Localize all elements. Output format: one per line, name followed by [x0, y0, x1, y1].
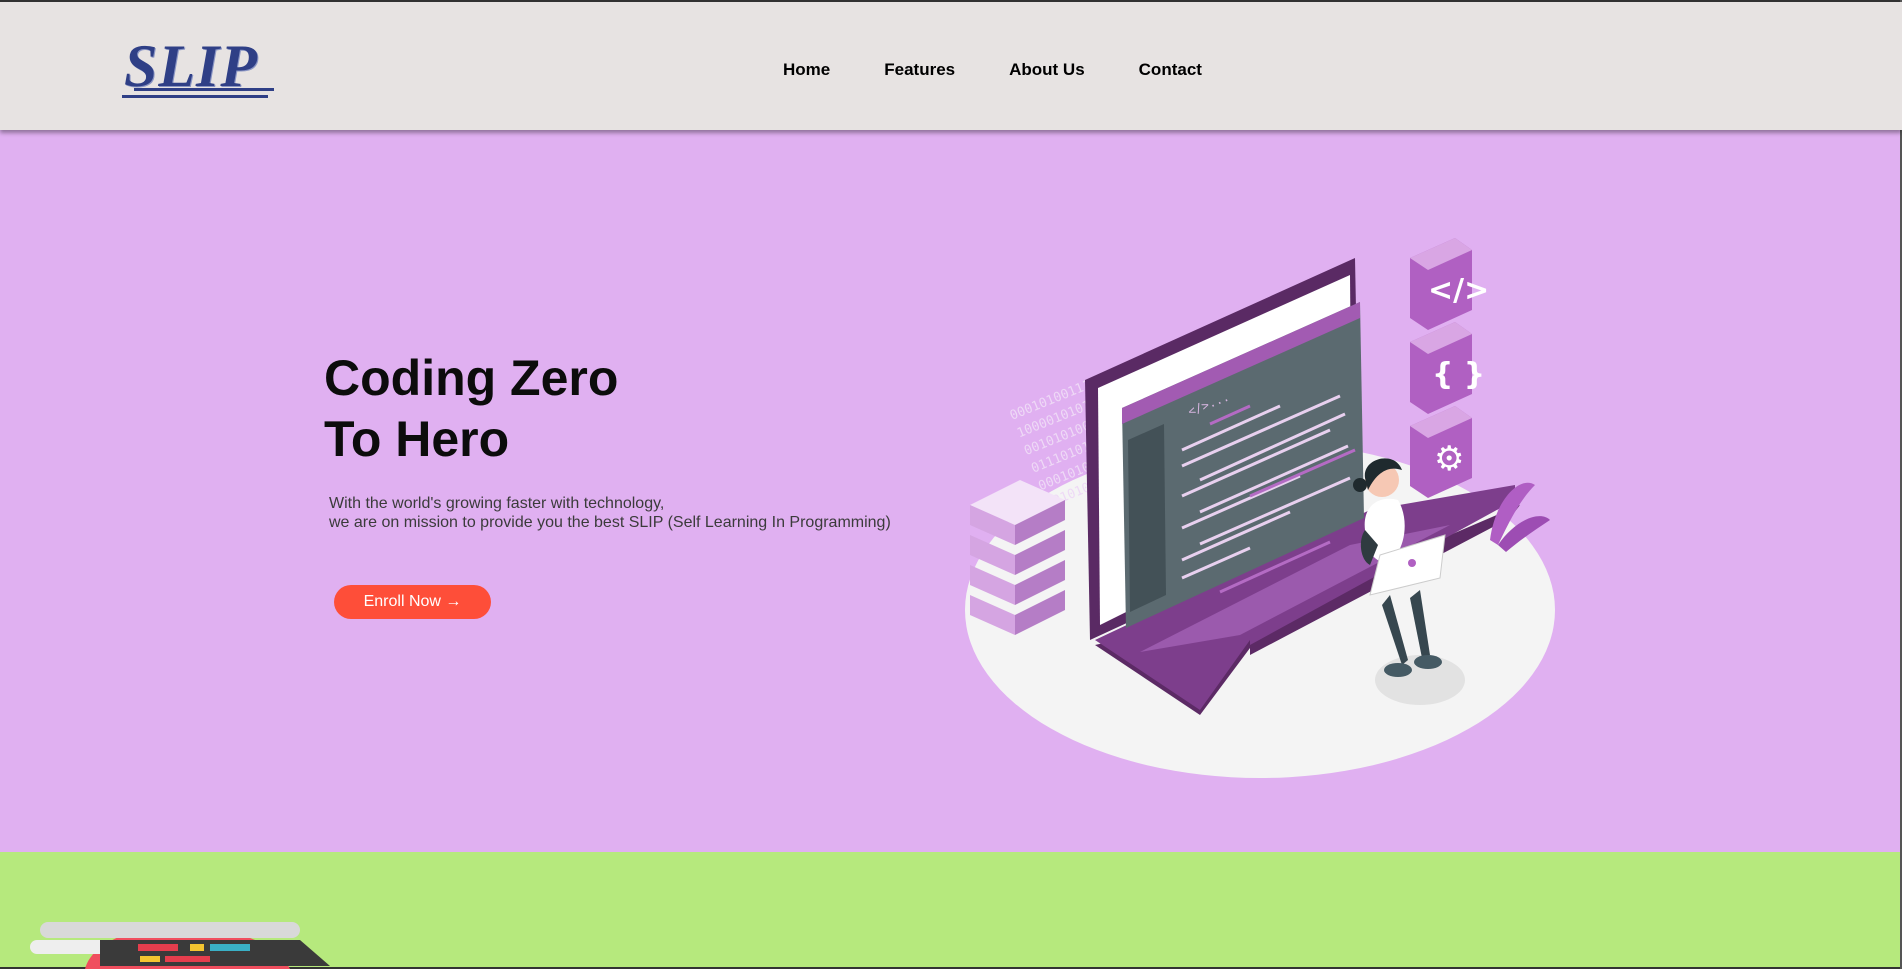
features-device [100, 940, 330, 966]
logo-underline [122, 95, 268, 98]
html-tag-block: </> [1410, 238, 1489, 330]
hero-title-line2: To Hero [324, 411, 510, 467]
hero-section: Coding Zero To Hero With the world's gro… [0, 130, 1902, 852]
logo-underline [134, 88, 274, 91]
features-block [138, 944, 178, 951]
main-nav: Home Features About Us Contact [783, 60, 1256, 80]
nav-features[interactable]: Features [884, 60, 955, 80]
features-illustration [30, 922, 330, 969]
svg-text:⚙: ⚙ [1434, 439, 1464, 479]
features-block [165, 956, 210, 962]
hero-title: Coding Zero To Hero [324, 348, 618, 470]
features-bar [30, 940, 110, 954]
gear-block: ⚙ [1410, 406, 1472, 498]
nav-home[interactable]: Home [783, 60, 830, 80]
slip-logo[interactable]: SLIP [120, 30, 274, 100]
hero-title-line1: Coding Zero [324, 350, 619, 406]
features-section [0, 852, 1902, 969]
features-block [190, 944, 204, 951]
enroll-now-button[interactable]: Enroll Now → [334, 585, 491, 619]
hero-desc-line1: With the world's growing faster with tec… [329, 495, 665, 512]
site-header: SLIP Home Features About Us Contact [0, 2, 1902, 130]
curly-braces-block: { } [1410, 322, 1485, 414]
svg-text:{ }: { } [1432, 357, 1485, 392]
code-sidebar [1128, 424, 1166, 612]
nav-about-us[interactable]: About Us [1009, 60, 1085, 80]
features-block [140, 956, 160, 962]
hero-description: With the world's growing faster with tec… [329, 494, 891, 532]
hero-desc-line2: we are on mission to provide you the bes… [329, 514, 891, 531]
nav-contact[interactable]: Contact [1139, 60, 1202, 80]
coding-illustration: 00010100111010110101000101010 1000010101… [965, 238, 1555, 778]
features-block [210, 944, 250, 951]
features-bar [40, 922, 300, 938]
svg-text:</>: </> [1428, 273, 1489, 308]
